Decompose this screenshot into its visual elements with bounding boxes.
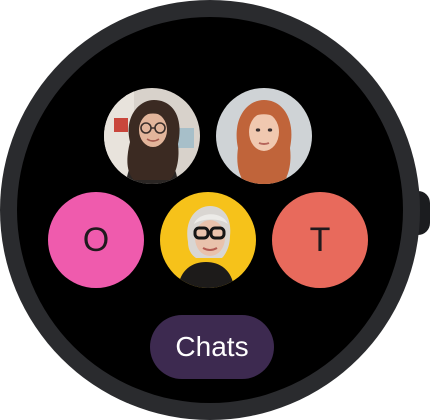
chats-button[interactable]: Chats [150,315,274,379]
contact-avatar-2[interactable] [216,88,312,184]
contact-avatar-5[interactable]: T [272,192,368,288]
contact-avatar-4[interactable] [160,192,256,288]
contact-avatar-3[interactable]: O [48,192,144,288]
person-avatar-red-hair [216,88,312,184]
watch-device: O T Chats [0,0,430,420]
watch-bezel: O T Chats [0,0,420,420]
contact-initial: O [82,220,110,259]
contact-initial: T [309,220,331,259]
person-avatar-curly-hair-glasses [104,88,200,184]
chats-button-label: Chats [175,331,249,362]
watch-screen: O T Chats [17,17,403,403]
contact-avatar-1[interactable] [104,88,200,184]
person-avatar-grey-hair-glasses [160,192,256,288]
